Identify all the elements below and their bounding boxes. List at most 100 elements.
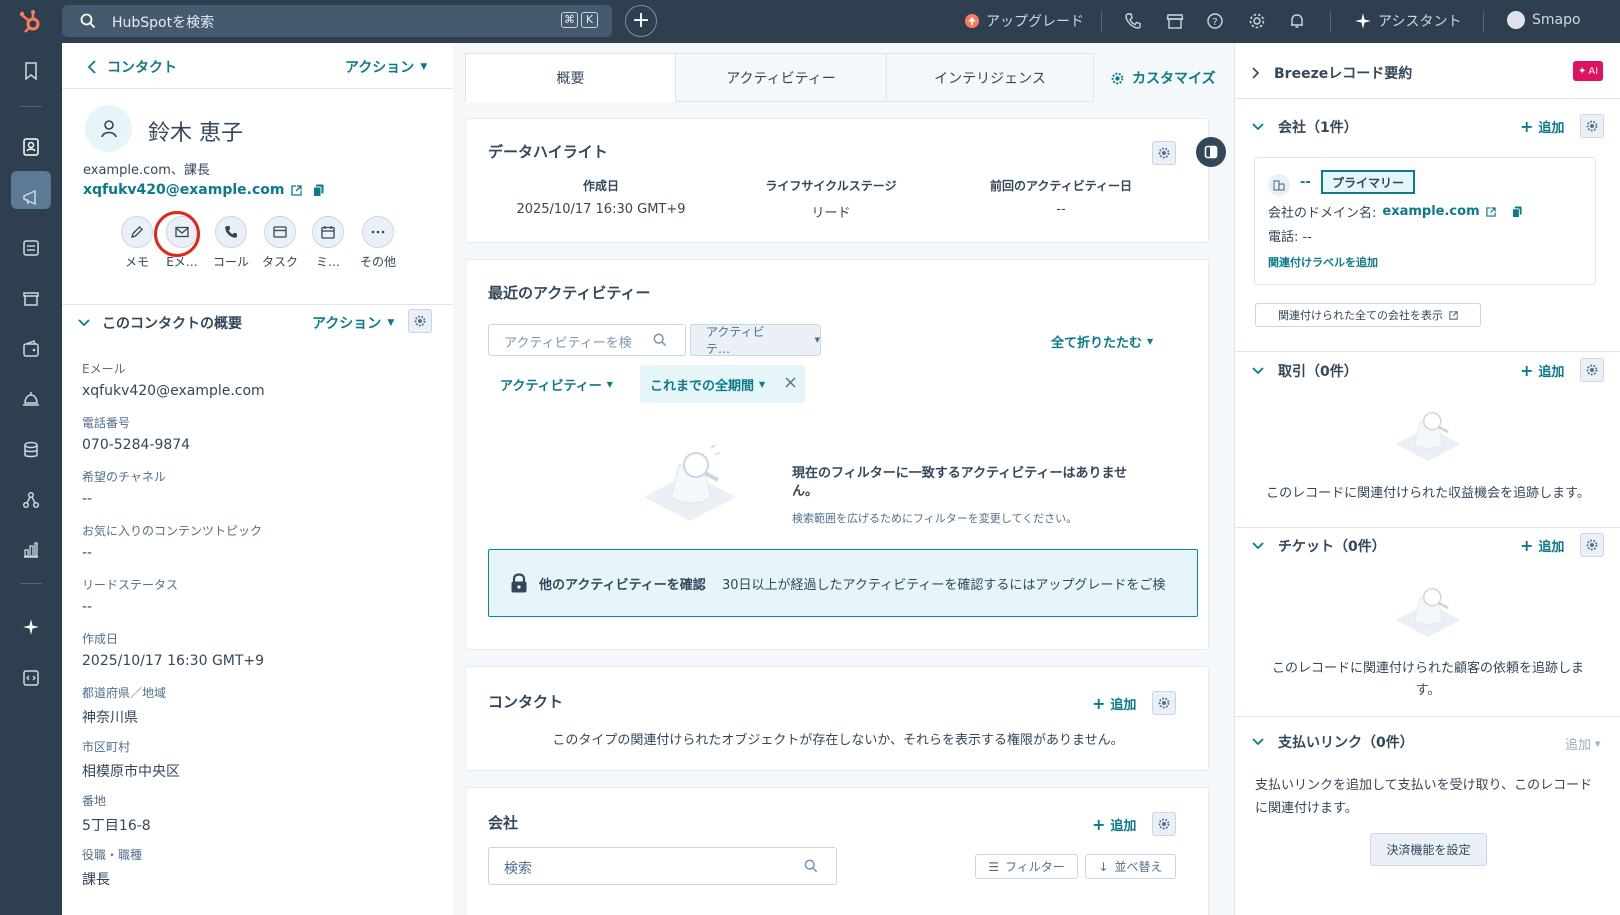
calendar-icon[interactable] xyxy=(312,216,344,248)
upgrade-button[interactable]: アップグレード xyxy=(965,11,1084,31)
more-action[interactable]: その他 xyxy=(352,216,404,270)
meeting-action[interactable]: ミ… xyxy=(302,216,354,270)
settings-gear-icon[interactable] xyxy=(1248,12,1266,30)
field-value[interactable]: 070-5284-9874 xyxy=(82,437,265,453)
field-value[interactable]: -- xyxy=(82,599,265,615)
field-value[interactable]: 課長 xyxy=(82,869,265,889)
setup-payments-button[interactable]: 決済機能を設定 xyxy=(1370,833,1487,866)
activity-search-input[interactable]: アクティビティーを検 xyxy=(488,324,686,356)
copy-icon[interactable] xyxy=(313,184,324,197)
automation-icon[interactable] xyxy=(20,489,42,511)
assistant-button[interactable]: アシスタント xyxy=(1355,11,1461,31)
tickets-gear-icon[interactable] xyxy=(1580,533,1604,557)
customize-button[interactable]: カスタマイズ xyxy=(1111,68,1216,88)
task-icon[interactable] xyxy=(264,216,296,248)
filter-button[interactable]: ☰ フィルター xyxy=(975,854,1078,879)
breeze-summary-toggle[interactable]: Breezeレコード要約 xyxy=(1252,63,1412,83)
create-new-button[interactable]: + xyxy=(625,5,657,37)
developer-code-icon[interactable] xyxy=(20,667,42,689)
field-value[interactable]: -- xyxy=(82,545,265,561)
company-add-button[interactable]: + 追加 xyxy=(1520,117,1564,136)
activity-type-dropdown[interactable]: アクティビテ… ▼ xyxy=(690,324,821,356)
breeze-sparkle-icon[interactable] xyxy=(20,616,42,638)
company-gear-icon[interactable] xyxy=(1580,114,1604,138)
contacts-gear-icon[interactable] xyxy=(1152,691,1176,715)
summary-settings-gear-icon[interactable] xyxy=(408,309,432,333)
field-value[interactable]: -- xyxy=(82,491,265,507)
activity-filter-dropdown[interactable]: アクティビティー ▼ xyxy=(500,375,613,394)
commerce-icon[interactable] xyxy=(20,288,42,310)
call-action[interactable]: コール xyxy=(205,216,257,270)
field-value[interactable]: 5丁目16-8 xyxy=(82,815,265,835)
tab-activities[interactable]: アクティビティー xyxy=(675,53,887,102)
left-navigation xyxy=(0,43,62,915)
collapse-all-dropdown[interactable]: 全て折りたたむ ▼ xyxy=(1051,332,1153,351)
contacts-add-button[interactable]: + 追加 xyxy=(1092,694,1136,713)
contacts-icon[interactable] xyxy=(20,136,42,158)
period-filter-dropdown[interactable]: これまでの全期間 ▼ xyxy=(650,375,765,394)
database-icon[interactable] xyxy=(20,439,42,461)
field-label: 作成日 xyxy=(82,632,119,646)
content-icon[interactable] xyxy=(20,237,42,259)
marketplace-icon[interactable] xyxy=(1166,12,1184,30)
company-name-link[interactable]: -- xyxy=(1300,175,1311,190)
global-search-input[interactable]: HubSpotを検索 ⌘ K xyxy=(62,5,612,37)
upgrade-banner-title: 他のアクティビティーを確認 xyxy=(539,578,706,593)
companies-add-button[interactable]: + 追加 xyxy=(1092,815,1136,834)
account-menu[interactable]: Smapo xyxy=(1507,11,1581,29)
add-association-label-link[interactable]: 関連付けラベルを追加 xyxy=(1268,254,1378,270)
reporting-bar-chart-icon[interactable] xyxy=(20,539,42,561)
caret-down-icon: ▼ xyxy=(387,318,395,328)
more-dots-icon[interactable] xyxy=(362,216,394,248)
deals-section-toggle[interactable]: 取引（0件） xyxy=(1252,361,1358,381)
tab-intelligence[interactable]: インテリジェンス xyxy=(886,53,1094,102)
copy-icon[interactable] xyxy=(1511,206,1522,218)
payments-section-title: 支払いリンク（0件） xyxy=(1278,735,1414,751)
field-topic: お気に入りのコンテンツトピック -- xyxy=(82,522,265,576)
field-value[interactable]: xqfukv420@example.com xyxy=(82,383,265,399)
companies-search-input[interactable]: 検索 xyxy=(488,847,837,885)
companies-gear-icon[interactable] xyxy=(1152,812,1176,836)
contact-email-link[interactable]: xqfukv420@example.com xyxy=(83,182,284,198)
highlights-gear-icon[interactable] xyxy=(1152,141,1176,165)
bookmark-icon[interactable] xyxy=(20,60,42,82)
field-value[interactable]: 相模原市中央区 xyxy=(82,761,265,781)
close-icon[interactable] xyxy=(785,377,796,388)
summary-section-toggle[interactable]: このコンタクトの概要 xyxy=(78,313,242,333)
sort-button[interactable]: ↓ 並べ替え xyxy=(1085,854,1176,879)
sales-wallet-icon[interactable] xyxy=(20,338,42,360)
field-value[interactable]: 2025/10/17 16:30 GMT+9 xyxy=(82,653,265,669)
divider xyxy=(1235,527,1620,528)
company-section-toggle[interactable]: 会社（1件） xyxy=(1252,117,1358,137)
external-link-icon[interactable] xyxy=(291,184,303,196)
back-to-contacts-link[interactable]: コンタクト xyxy=(87,57,177,77)
domain-link[interactable]: example.com xyxy=(1382,204,1479,219)
field-value[interactable]: 神奈川県 xyxy=(82,707,265,727)
summary-actions-dropdown[interactable]: アクション ▼ xyxy=(312,313,394,333)
panel-toggle-icon[interactable] xyxy=(1196,137,1226,167)
deals-gear-icon[interactable] xyxy=(1580,358,1604,382)
field-label: リードステータス xyxy=(82,578,179,592)
tickets-section-toggle[interactable]: チケット（0件） xyxy=(1252,536,1386,556)
service-icon[interactable] xyxy=(20,388,42,410)
contact-actions-dropdown[interactable]: アクション ▼ xyxy=(345,57,427,77)
view-all-companies-button[interactable]: 関連付けられた全ての会社を表示 xyxy=(1255,303,1481,327)
period-filter-chip[interactable]: これまでの全期間 ▼ xyxy=(640,365,805,403)
phone-icon[interactable] xyxy=(1124,12,1142,30)
deals-add-button[interactable]: + 追加 xyxy=(1520,361,1564,380)
payments-section-toggle[interactable]: 支払いリンク（0件） xyxy=(1252,732,1414,752)
tickets-add-button[interactable]: + 追加 xyxy=(1520,536,1564,555)
marketing-megaphone-icon[interactable] xyxy=(20,187,42,209)
note-pencil-icon[interactable] xyxy=(121,216,153,248)
hubspot-logo-icon[interactable] xyxy=(17,8,45,36)
external-link-icon[interactable] xyxy=(1485,206,1496,217)
notifications-bell-icon[interactable] xyxy=(1288,12,1306,30)
field-label: お気に入りのコンテンツトピック xyxy=(82,524,263,538)
contact-name: 鈴木 恵子 xyxy=(148,121,243,146)
help-icon[interactable]: ? xyxy=(1206,12,1224,30)
tab-overview[interactable]: 概要 xyxy=(465,53,676,102)
payments-add-dropdown[interactable]: 追加 ▼ xyxy=(1565,734,1600,753)
chevron-down-icon xyxy=(78,319,90,327)
call-phone-icon[interactable] xyxy=(215,216,247,248)
task-action[interactable]: タスク xyxy=(254,216,306,270)
